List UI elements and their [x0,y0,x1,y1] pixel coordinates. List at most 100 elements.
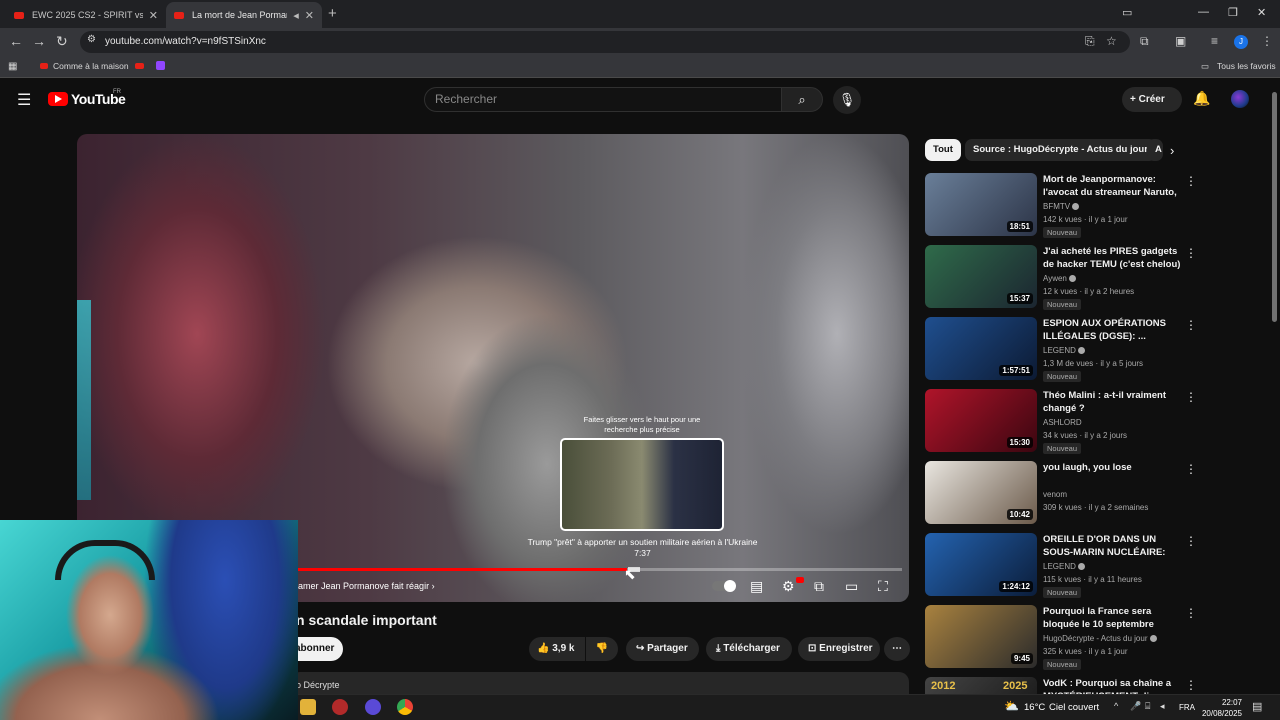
minimize-button[interactable]: — [1198,6,1209,18]
forward-icon[interactable]: → [32,33,46,49]
download-button[interactable]: ⤓ Télécharger [706,637,792,661]
chrome-icon[interactable] [397,699,413,715]
file-explorer-icon[interactable] [300,699,316,715]
keyboard-language[interactable]: FRA [1179,703,1195,712]
more-options-icon[interactable]: ⋮ [1185,606,1197,620]
tab-search-icon[interactable]: ▭ [1122,6,1132,19]
chip-source[interactable]: Source : HugoDécrypte - Actus du jour [965,139,1156,161]
recommendation-channel[interactable]: LEGEND [1043,562,1085,571]
youtube-bookmark-icon[interactable] [135,63,144,69]
url-text[interactable]: youtube.com/watch?v=n9fSTSinXnc [105,36,266,47]
voice-search-button[interactable]: 🎙 [833,86,861,114]
more-options-icon[interactable]: ⋮ [1185,534,1197,548]
bookmark-home[interactable]: Comme à la maison [53,61,129,71]
recommendation-channel[interactable]: BFMTV [1043,202,1080,211]
more-options-icon[interactable]: ⋮ [1185,246,1197,260]
share-button[interactable]: ↪ Partager [626,637,699,661]
recommendation-title[interactable]: you laugh, you lose [1043,461,1181,474]
back-icon[interactable]: ← [9,33,23,49]
video-thumbnail[interactable]: 15:37 [925,245,1037,308]
more-options-icon[interactable]: ⋮ [1185,174,1197,188]
media-icon[interactable]: ≡ [1211,34,1218,48]
more-options-icon[interactable]: ⋮ [1185,390,1197,404]
video-thumbnail[interactable]: 15:30 [925,389,1037,452]
subtitles-icon[interactable]: ▤ [750,578,763,595]
install-icon[interactable]: ⎘ [1085,34,1095,49]
more-options-icon[interactable]: ⋮ [1185,462,1197,476]
chapter-title[interactable]: amer Jean Pormanove fait réagir › [298,581,435,591]
recommendation-title[interactable]: ESPION AUX OPÉRATIONS ILLÉGALES (DGSE): … [1043,317,1181,343]
volume-icon[interactable]: ◂ [1160,701,1165,712]
create-button[interactable]: + Créer [1122,87,1182,112]
search-input[interactable]: Rechercher [424,87,782,112]
youtube-favicon-icon [174,11,184,19]
reload-icon[interactable]: ↻ [56,33,68,50]
channel-name-partial[interactable]: o Décrypte [296,680,340,690]
tray-chevron-icon[interactable]: ^ [1114,701,1118,711]
site-info-icon[interactable]: ⚙ [87,34,96,45]
close-tab-icon[interactable]: ✕ [149,9,158,22]
chip-partial[interactable]: A [1147,139,1163,161]
recommendation-channel[interactable]: LEGEND [1043,346,1085,355]
app-icon-red[interactable] [332,699,348,715]
video-thumbnail[interactable]: 10:42 [925,461,1037,524]
network-icon[interactable]: ⌸ [1145,701,1150,712]
search-button[interactable]: ⌕ [781,87,823,112]
video-thumbnail[interactable]: 1:24:12 [925,533,1037,596]
more-actions-button[interactable]: ⋯ [884,637,910,661]
save-button[interactable]: ⊡ Enregistrer [798,637,880,661]
more-options-icon[interactable]: ⋮ [1185,678,1197,692]
recommendation-item[interactable]: 1:24:12 OREILLE D'OR DANS UN SOUS-MARIN N… [925,533,1270,599]
recommendation-channel[interactable]: HugoDécrypte - Actus du jour [1043,634,1157,643]
recommendation-title[interactable]: Théo Malini : a-t-il vraiment changé ? [1043,389,1181,415]
browser-tab-ewc[interactable]: EWC 2025 CS2 - SPIRIT vs HERO ✕ [6,2,166,28]
recommendation-title[interactable]: OREILLE D'OR DANS UN SOUS-MARIN NUCLÉAIR… [1043,533,1181,559]
all-bookmarks[interactable]: Tous les favoris [1217,61,1276,71]
recommendation-title[interactable]: J'ai acheté les PIRES gadgets de hacker … [1043,245,1181,271]
recommendation-item[interactable]: 15:37 J'ai acheté les PIRES gadgets de ha… [925,245,1270,311]
new-tab-button[interactable]: + [328,5,337,22]
recommendation-channel[interactable]: venom [1043,490,1067,499]
system-clock[interactable]: 22:07 20/08/2025 [1200,697,1242,719]
restore-button[interactable]: ❐ [1228,6,1238,19]
hamburger-menu-icon[interactable]: ☰ [17,90,31,110]
recommendation-title[interactable]: Mort de Jeanpormanove: l'avocat du strea… [1043,173,1181,199]
new-badge: Nouveau [1043,659,1082,670]
recommendation-item[interactable]: 1:57:51 ESPION AUX OPÉRATIONS ILLÉGALES (… [925,317,1270,383]
close-window-button[interactable]: ✕ [1257,6,1266,19]
video-thumbnail[interactable]: 18:51 [925,173,1037,236]
notifications-icon[interactable]: ▤ [1252,700,1262,713]
discord-icon[interactable] [365,699,381,715]
apps-grid-icon[interactable]: ▦ [8,61,17,72]
miniplayer-icon[interactable]: ⧉ [814,578,824,595]
video-thumbnail[interactable]: 1:57:51 [925,317,1037,380]
extensions-icon[interactable]: ⧉ [1140,34,1149,49]
twitch-bookmark-icon[interactable] [156,61,165,70]
close-tab-icon[interactable]: ✕ [305,9,314,22]
more-options-icon[interactable]: ⋮ [1185,318,1197,332]
recommendation-channel[interactable]: ASHLORD [1043,418,1082,427]
profile-avatar[interactable]: J [1234,35,1248,49]
account-avatar[interactable] [1231,90,1249,108]
fullscreen-icon[interactable]: ⛶ [878,578,888,595]
like-button[interactable]: 👍 3,9 k [529,637,585,661]
page-scrollbar[interactable] [1272,92,1277,322]
recommendation-item[interactable]: 18:51 Mort de Jeanpormanove: l'avocat du … [925,173,1270,239]
mic-tray-icon[interactable]: 🎤 [1130,701,1141,712]
video-thumbnail[interactable]: 9:45 [925,605,1037,668]
recommendation-item[interactable]: 9:45 Pourquoi la France sera bloquée le 1… [925,605,1270,671]
menu-icon[interactable]: ⋮ [1261,34,1273,48]
recommendation-title[interactable]: Pourquoi la France sera bloquée le 10 se… [1043,605,1181,631]
recommendation-channel[interactable]: Aywen [1043,274,1076,283]
theater-mode-icon[interactable]: ▭ [845,578,858,595]
chevron-right-icon[interactable]: › [1170,143,1174,158]
bookmark-star-icon[interactable]: ☆ [1106,34,1117,48]
settings-gear-icon[interactable]: ⚙ [782,578,795,595]
notifications-bell-icon[interactable]: 🔔 [1193,90,1210,107]
dislike-button[interactable]: 👎 [586,637,618,661]
chip-all[interactable]: Tout [925,139,961,161]
sidebar-icon[interactable]: ▣ [1175,34,1186,48]
browser-tab-active[interactable]: La mort de Jean Pormanove ◂ ✕ [166,2,322,28]
recommendation-item[interactable]: 10:42 you laugh, you lose venom 309 k vues … [925,461,1270,527]
recommendation-item[interactable]: 15:30 Théo Malini : a-t-il vraiment chang… [925,389,1270,455]
